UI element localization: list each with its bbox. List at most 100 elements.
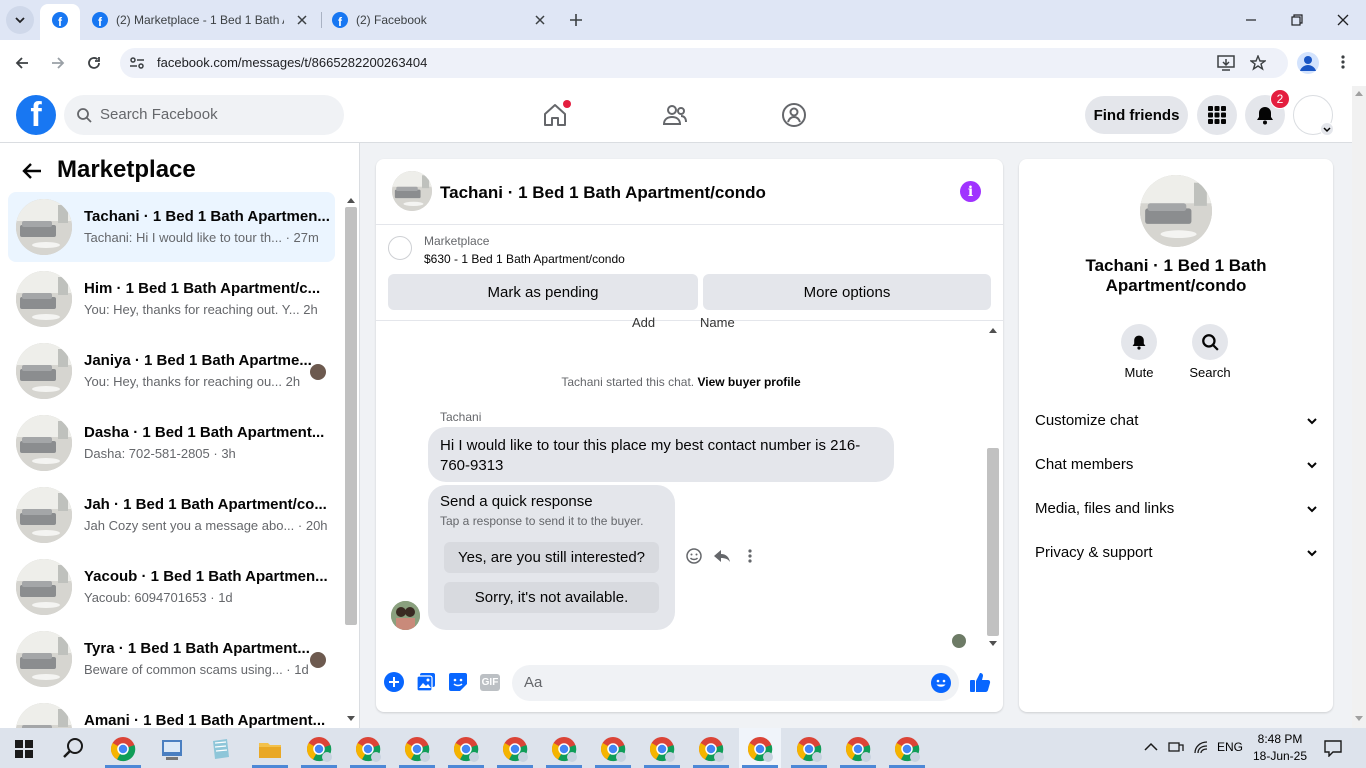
chrome-profile-icon[interactable]	[501, 735, 529, 763]
notification-center-icon[interactable]	[1324, 739, 1342, 757]
minimize-icon[interactable]	[1245, 14, 1257, 26]
wifi-icon[interactable]	[1193, 740, 1209, 754]
reply-icon[interactable]	[713, 547, 731, 565]
scroll-down-icon[interactable]	[989, 641, 997, 647]
bookmark-star-icon[interactable]	[1250, 55, 1266, 71]
mute-button[interactable]	[1121, 324, 1157, 360]
conversation-snippet: You: Hey, thanks for reaching ou... 2h	[84, 374, 301, 389]
url-text[interactable]: facebook.com/messages/t/8665282200263404	[157, 55, 427, 70]
scroll-thumb[interactable]	[987, 448, 999, 636]
notepad-icon[interactable]	[207, 735, 235, 763]
page-scrollbar[interactable]	[1352, 86, 1366, 728]
more-actions-icon[interactable]	[747, 548, 753, 564]
conversation-item[interactable]: Yacoub · 1 Bed 1 Bath Apartmen... Yacoub:…	[8, 552, 335, 622]
scroll-thumb[interactable]	[345, 207, 357, 625]
listing-thumbnail	[16, 271, 72, 327]
conversation-item[interactable]: Him · 1 Bed 1 Bath Apartment/c... You: He…	[8, 264, 335, 334]
chrome-profile-icon[interactable]	[550, 735, 578, 763]
emoji-icon[interactable]	[931, 673, 951, 693]
facebook-logo-icon[interactable]: f	[16, 95, 56, 135]
chrome-profile-icon[interactable]	[452, 735, 480, 763]
restore-icon[interactable]	[1291, 14, 1303, 26]
listing-thumbnail	[16, 199, 72, 255]
scroll-down-icon[interactable]	[1355, 716, 1363, 722]
chrome-icon[interactable]	[109, 735, 137, 763]
close-tab-icon[interactable]	[535, 15, 545, 25]
browser-menu-icon[interactable]	[1340, 54, 1346, 70]
account-menu-button[interactable]	[1320, 122, 1334, 136]
profile-avatar-icon[interactable]	[1297, 52, 1319, 74]
language-indicator[interactable]: ENG	[1217, 740, 1243, 754]
message-bubble[interactable]: Hi I would like to tour this place my be…	[428, 427, 894, 482]
chrome-profile-icon[interactable]	[746, 735, 774, 763]
menu-button[interactable]	[1197, 95, 1237, 135]
taskbar-search-icon[interactable]	[62, 737, 84, 759]
chat-listing-thumbnail[interactable]	[392, 171, 432, 211]
conversation-title: Jah · 1 Bed 1 Bath Apartment/co...	[84, 496, 327, 513]
plus-circle-icon[interactable]	[384, 672, 404, 692]
sticker-icon[interactable]	[448, 672, 468, 692]
chrome-profile-icon[interactable]	[697, 735, 725, 763]
close-window-icon[interactable]	[1337, 14, 1349, 26]
new-tab-icon[interactable]	[569, 13, 583, 27]
media-files-links-row[interactable]: Media, files and links	[1035, 497, 1320, 521]
find-friends-button[interactable]: Find friends	[1085, 96, 1188, 134]
scroll-down-icon[interactable]	[347, 716, 355, 722]
chrome-profile-icon[interactable]	[599, 735, 627, 763]
info-icon[interactable]: i	[960, 181, 981, 202]
groups-icon[interactable]	[780, 101, 808, 129]
privacy-support-row[interactable]: Privacy & support	[1035, 541, 1320, 565]
control-panel-icon[interactable]	[158, 735, 186, 763]
chrome-profile-icon[interactable]	[795, 735, 823, 763]
install-app-icon[interactable]	[1217, 55, 1235, 71]
quick-response-sorry-button[interactable]: Sorry, it's not available.	[444, 582, 659, 613]
chrome-profile-icon[interactable]	[893, 735, 921, 763]
more-options-button[interactable]: More options	[703, 274, 991, 310]
scroll-up-icon[interactable]	[347, 197, 355, 203]
close-tab-icon[interactable]	[297, 15, 307, 25]
scroll-up-icon[interactable]	[989, 327, 997, 333]
conversation-name: Tachani · 1 Bed 1 Bath Apartment/condo	[1085, 256, 1267, 295]
back-arrow-icon[interactable]	[22, 162, 42, 180]
friends-icon[interactable]	[662, 102, 688, 128]
view-buyer-profile-link[interactable]: View buyer profile	[697, 375, 800, 389]
site-info-icon[interactable]	[129, 56, 145, 70]
file-explorer-icon[interactable]	[256, 735, 284, 763]
chat-members-row[interactable]: Chat members	[1035, 453, 1320, 477]
conversation-title: Tachani · 1 Bed 1 Bath Apartmen...	[84, 208, 330, 225]
like-thumb-icon[interactable]	[969, 671, 991, 693]
chrome-profile-icon[interactable]	[844, 735, 872, 763]
forward-arrow-icon[interactable]	[50, 55, 66, 71]
photo-icon[interactable]	[416, 672, 436, 692]
gif-button[interactable]: GIF	[480, 674, 500, 691]
quick-response-yes-button[interactable]: Yes, are you still interested?	[444, 542, 659, 573]
react-emoji-icon[interactable]	[685, 547, 703, 565]
tab-facebook[interactable]: f (2) Facebook	[332, 0, 532, 40]
search-conversation-button[interactable]	[1192, 324, 1228, 360]
customize-chat-row[interactable]: Customize chat	[1035, 409, 1320, 433]
conversation-item[interactable]: Tachani · 1 Bed 1 Bath Apartmen... Tachan…	[8, 192, 335, 262]
listing-price-title[interactable]: $630 - 1 Bed 1 Bath Apartment/condo	[424, 252, 625, 266]
network-icon[interactable]	[1168, 740, 1184, 754]
listing-avatar[interactable]	[1140, 175, 1212, 247]
reload-icon[interactable]	[86, 55, 102, 71]
conversation-item[interactable]: Janiya · 1 Bed 1 Bath Apartme... You: Hey…	[8, 336, 335, 406]
conversation-item[interactable]: Dasha · 1 Bed 1 Bath Apartment... Dasha: …	[8, 408, 335, 478]
message-input[interactable]	[512, 665, 959, 701]
chat-title[interactable]: Tachani · 1 Bed 1 Bath Apartment/condo	[440, 183, 766, 203]
chrome-profile-icon[interactable]	[403, 735, 431, 763]
clock[interactable]: 8:48 PM 18-Jun-25	[1252, 731, 1308, 765]
conversation-item[interactable]: Tyra · 1 Bed 1 Bath Apartment... Beware o…	[8, 624, 335, 694]
chrome-profile-icon[interactable]	[354, 735, 382, 763]
windows-start-icon[interactable]	[15, 740, 33, 758]
back-arrow-icon[interactable]	[14, 55, 30, 71]
tab-search-button[interactable]	[6, 6, 34, 34]
chevron-up-icon[interactable]	[1144, 742, 1158, 752]
conversation-item[interactable]: Jah · 1 Bed 1 Bath Apartment/co... Jah Co…	[8, 480, 335, 550]
chrome-profile-icon[interactable]	[305, 735, 333, 763]
sender-avatar[interactable]	[391, 601, 420, 630]
scroll-up-icon[interactable]	[1355, 90, 1363, 96]
tab-marketplace[interactable]: f (2) Marketplace - 1 Bed 1 Bath Apartme…	[92, 0, 317, 40]
mark-as-pending-button[interactable]: Mark as pending	[388, 274, 698, 310]
chrome-profile-icon[interactable]	[648, 735, 676, 763]
